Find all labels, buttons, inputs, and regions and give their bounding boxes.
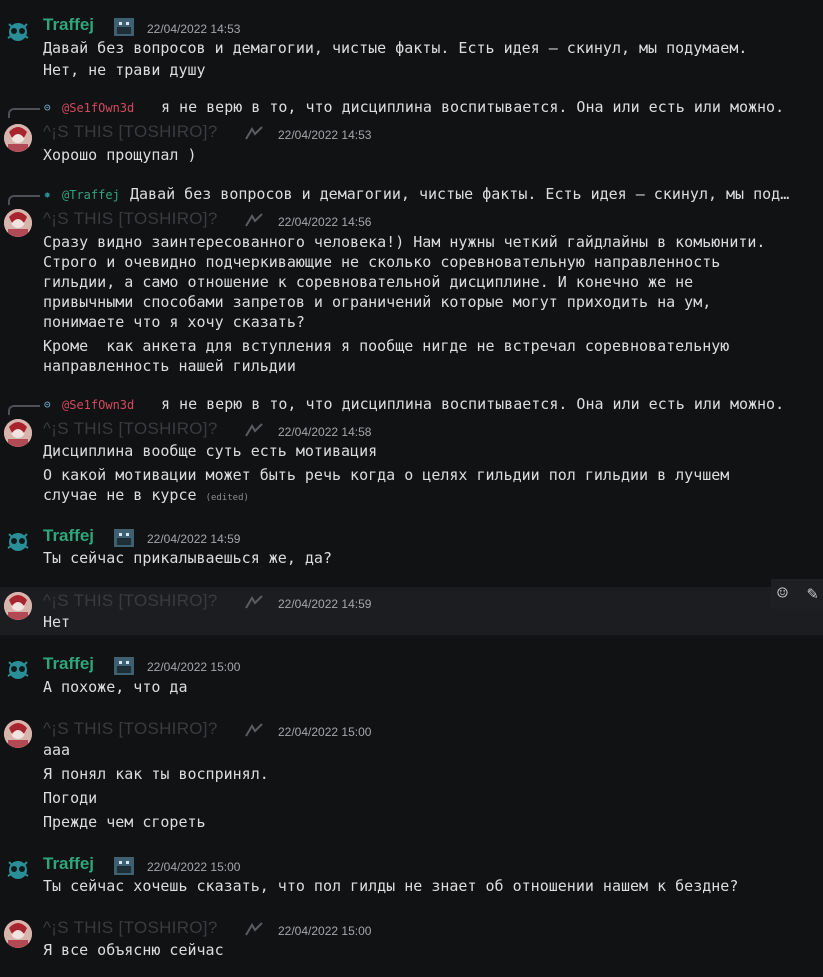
message-line: случае не в курсе (edited) bbox=[43, 485, 249, 508]
message-line: О какой мотивации может быть речь когда … bbox=[43, 466, 730, 484]
message: ^¡S THIS [TOSHIRO]? 22/04/2022 14:53 Хор… bbox=[0, 118, 823, 173]
role-badge-icon bbox=[245, 213, 263, 227]
message: ^¡S THIS [TOSHIRO]? 22/04/2022 14:58 Дис… bbox=[0, 415, 823, 510]
author-name[interactable]: ^¡S THIS [TOSHIRO]? bbox=[43, 419, 218, 439]
avatar-toshiro[interactable] bbox=[4, 920, 32, 948]
timestamp: 22/04/2022 14:56 bbox=[278, 215, 372, 229]
role-badge-icon bbox=[114, 657, 134, 675]
message-line: Ты сейчас хочешь сказать, что пол гилды … bbox=[43, 877, 739, 895]
message-line: направленность нашей гильдии bbox=[43, 357, 296, 375]
avatar-toshiro[interactable] bbox=[4, 209, 32, 237]
role-badge-icon bbox=[114, 529, 134, 547]
message-line: ааа bbox=[43, 741, 71, 759]
author-name[interactable]: ^¡S THIS [TOSHIRO]? bbox=[43, 122, 218, 142]
message-hovered[interactable]: ^¡S THIS [TOSHIRO]? 22/04/2022 14:59 Нет… bbox=[0, 579, 823, 635]
role-badge-icon bbox=[114, 18, 134, 36]
message-line: Нет, не трави душу bbox=[43, 61, 206, 79]
reply-reference[interactable]: ⊝ @Se1fOwn3d я не верю в то, что дисципл… bbox=[0, 98, 823, 118]
author-name[interactable]: ^¡S THIS [TOSHIRO]? bbox=[43, 591, 218, 611]
avatar-toshiro[interactable] bbox=[4, 419, 32, 447]
role-badge-icon bbox=[245, 423, 263, 437]
author-name[interactable]: ^¡S THIS [TOSHIRO]? bbox=[43, 719, 218, 739]
reply-avatar-icon: ✸ bbox=[44, 188, 51, 201]
avatar-toshiro[interactable] bbox=[4, 592, 32, 620]
avatar-traffej[interactable] bbox=[4, 528, 32, 556]
role-badge-icon bbox=[114, 857, 134, 875]
avatar-traffej[interactable] bbox=[4, 656, 32, 684]
message-line: Дисциплина вообще суть есть мотивация bbox=[43, 442, 378, 460]
message-line: Я понял как ты воспринял. bbox=[43, 765, 269, 783]
reply-avatar-icon: ⊝ bbox=[44, 398, 51, 411]
timestamp: 22/04/2022 14:53 bbox=[278, 128, 372, 142]
author-name[interactable]: Traffej bbox=[43, 854, 94, 874]
pencil-icon[interactable]: ✎ bbox=[807, 583, 818, 604]
role-badge-icon bbox=[245, 723, 263, 737]
message-line: Нет bbox=[43, 613, 71, 631]
reply-mention[interactable]: @Traffej bbox=[62, 188, 120, 202]
message-line: Хорошо прощупал ) bbox=[43, 146, 197, 164]
reply-spine bbox=[8, 405, 40, 415]
timestamp: 22/04/2022 15:00 bbox=[278, 725, 372, 739]
role-badge-icon bbox=[245, 595, 263, 609]
avatar-traffej[interactable] bbox=[4, 18, 32, 46]
reply-spine bbox=[8, 195, 40, 205]
message-line: Ты сейчас прикалываешься же, да? bbox=[43, 549, 332, 567]
message-line: Сразу видно заинтересованного человека!)… bbox=[43, 233, 766, 251]
reply-excerpt: я не верю в то, что дисциплина воспитыва… bbox=[161, 98, 785, 116]
avatar-toshiro[interactable] bbox=[4, 720, 32, 748]
avatar-toshiro[interactable] bbox=[4, 124, 32, 152]
message-line: гильдии, а само отношение к соревновател… bbox=[43, 273, 694, 291]
reply-mention[interactable]: @Se1fOwn3d bbox=[62, 101, 134, 115]
message: Traffej 22/04/2022 14:59 Ты сейчас прика… bbox=[0, 520, 823, 580]
message: Traffej 22/04/2022 15:00 Ты сейчас хочеш… bbox=[0, 848, 823, 908]
message: Traffej 22/04/2022 14:53 Давай без вопро… bbox=[0, 0, 823, 90]
message-line: Погоди bbox=[43, 789, 98, 807]
timestamp: 22/04/2022 15:00 bbox=[278, 924, 372, 938]
role-badge-icon bbox=[245, 126, 263, 140]
message: ^¡S THIS [TOSHIRO]? 22/04/2022 14:56 Сра… bbox=[0, 205, 823, 380]
timestamp: 22/04/2022 15:00 bbox=[147, 860, 241, 874]
message-line: Кроме как анкета для вступления я пообще… bbox=[43, 337, 730, 355]
timestamp: 22/04/2022 14:59 bbox=[147, 532, 241, 546]
avatar-traffej[interactable] bbox=[4, 856, 32, 884]
message-line: Прежде чем сгореть bbox=[43, 813, 206, 831]
message-line: понимаете что я хочу сказать? bbox=[43, 313, 305, 331]
reply-avatar-icon: ⊝ bbox=[44, 101, 51, 114]
message: Traffej 22/04/2022 15:00 А похоже, что д… bbox=[0, 648, 823, 708]
author-name[interactable]: Traffej bbox=[43, 526, 94, 546]
message: ^¡S THIS [TOSHIRO]? 22/04/2022 15:00 ааа… bbox=[0, 717, 823, 837]
timestamp: 22/04/2022 14:53 bbox=[147, 22, 241, 36]
message-actions-toolbar: ☺ ✎ bbox=[771, 579, 823, 609]
author-name[interactable]: Traffej bbox=[43, 654, 94, 674]
reply-mention[interactable]: @Se1fOwn3d bbox=[62, 398, 134, 412]
timestamp: 22/04/2022 14:59 bbox=[278, 597, 372, 611]
add-reaction-icon[interactable]: ☺ bbox=[777, 583, 788, 604]
message-text: случае не в курсе bbox=[43, 486, 206, 504]
reply-spine bbox=[8, 108, 40, 118]
reply-reference[interactable]: ⊝ @Se1fOwn3d я не верю в то, что дисципл… bbox=[0, 395, 823, 415]
edited-label: (edited) bbox=[205, 493, 249, 503]
timestamp: 22/04/2022 14:58 bbox=[278, 425, 372, 439]
reply-excerpt: Давай без вопросов и демагогии, чистые ф… bbox=[130, 185, 790, 203]
reply-excerpt: я не верю в то, что дисциплина воспитыва… bbox=[161, 395, 785, 413]
timestamp: 22/04/2022 15:00 bbox=[147, 660, 241, 674]
role-badge-icon bbox=[245, 922, 263, 936]
author-name[interactable]: ^¡S THIS [TOSHIRO]? bbox=[43, 209, 218, 229]
message-line: Строго и очевидно подчеркивающие не скол… bbox=[43, 253, 721, 271]
message-line: А похоже, что да bbox=[43, 678, 188, 696]
author-name[interactable]: ^¡S THIS [TOSHIRO]? bbox=[43, 918, 218, 938]
message-line: Давай без вопросов и демагогии, чистые ф… bbox=[43, 39, 748, 57]
message-line: Я все объясню сейчас bbox=[43, 941, 224, 959]
message: ^¡S THIS [TOSHIRO]? 22/04/2022 15:00 Я в… bbox=[0, 912, 823, 972]
author-name[interactable]: Traffej bbox=[43, 15, 94, 35]
reply-reference[interactable]: ✸ @Traffej Давай без вопросов и демагоги… bbox=[0, 185, 823, 205]
message-line: привычными способами запретов и ограниче… bbox=[43, 293, 712, 311]
